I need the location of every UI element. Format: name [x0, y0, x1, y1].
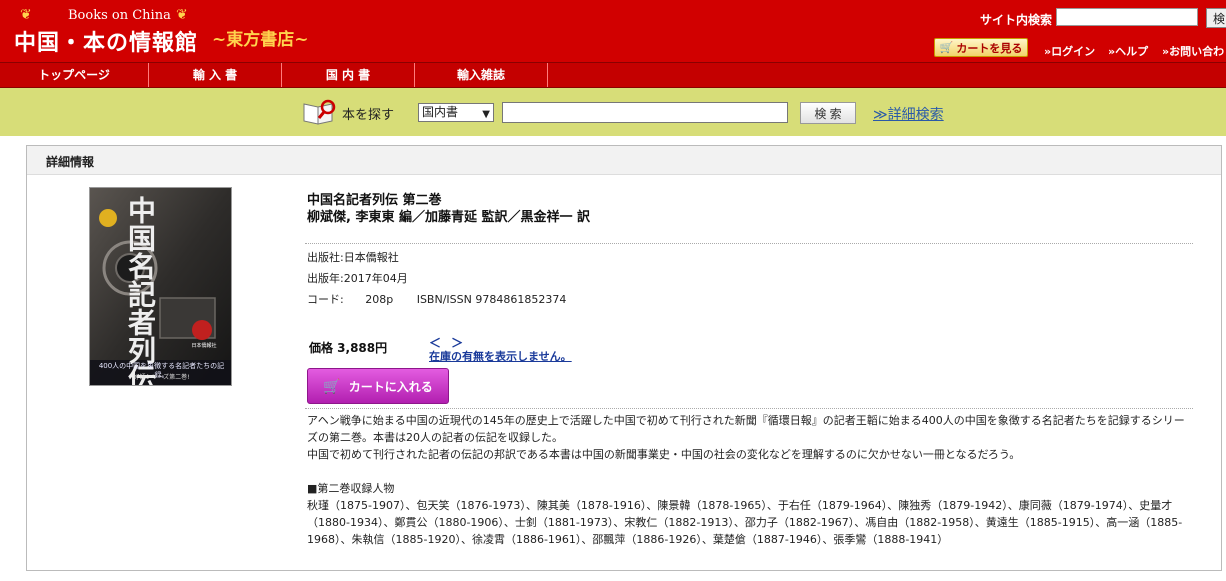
add-to-cart-label: カートに入れる	[348, 379, 433, 394]
contents-list: 秋瑾（1875-1907）、包天笑（1876-1973）、陳其美（1878-19…	[307, 499, 1183, 546]
book-title-block: 中国名記者列伝 第二巻 柳斌傑, 李東東 編／加藤青延 監訳／黒金祥一 訳	[307, 192, 590, 226]
book-authors: 柳斌傑, 李東東 編／加藤青延 監訳／黒金祥一 訳	[307, 210, 591, 225]
description-paragraph: 中国で初めて刊行された記者の伝記の邦訳である本書は中国の新聞事業史・中国の社会の…	[307, 448, 1021, 461]
divider	[305, 243, 1193, 244]
login-link[interactable]: »ログイン	[1044, 43, 1095, 59]
contact-link[interactable]: »お問い合わ	[1162, 43, 1224, 59]
site-search-button[interactable]: 検	[1206, 8, 1226, 28]
contents-heading: ■第二巻収録人物	[307, 482, 395, 495]
keyword-input[interactable]	[502, 102, 788, 123]
code-label: コード:	[307, 293, 344, 306]
search-button[interactable]: 検 索	[800, 102, 856, 124]
page-count: 208p	[365, 293, 394, 306]
code-info: コード: 208p ISBN/ISSN 9784861852374	[307, 291, 566, 307]
site-search-label: サイト内検索	[980, 13, 1053, 27]
site-search-input[interactable]	[1056, 8, 1198, 26]
nav-top-page[interactable]: トップページ	[0, 63, 149, 87]
nav-domestic-books[interactable]: 国 内 書	[282, 63, 415, 87]
publication-date: 出版年:2017年04月	[307, 272, 408, 285]
site-header: ❦ Books on China ❦ 中国・本の情報館 ~東方書店~ サイト内検…	[0, 0, 1226, 62]
divider	[305, 408, 1193, 409]
view-cart-label: カートを見る	[956, 41, 1023, 55]
cart-icon: 🛒	[323, 377, 341, 394]
nav-imported-magazines[interactable]: 輸入雑誌	[415, 63, 548, 87]
book-description: アヘン戦争に始まる中国の近現代の145年の歴史上で活躍した中国で初めて刊行された…	[307, 412, 1187, 548]
book-search-bar: 本を探す 国内書 ▼ 検 索 ≫詳細検索	[0, 88, 1226, 136]
publisher: 出版社:日本僑報社	[307, 251, 399, 264]
cover-series: 好評シリーズ第二巻!	[133, 374, 190, 381]
logo-english: Books on China	[68, 8, 171, 23]
dragon-ornament-left-icon: ❦	[20, 7, 32, 23]
category-selected-value: 国内書	[422, 105, 459, 119]
logo-subtitle: ~東方書店~	[212, 30, 309, 50]
cover-art	[90, 188, 231, 385]
book-search-label: 本を探す	[342, 108, 395, 123]
book-cover-image: 中国名記者列伝 400人の中国を象徴する名記者たちの記録。 好評シリーズ第二巻!…	[89, 187, 232, 386]
panel-header: 詳細情報	[27, 146, 1221, 175]
description-paragraph: アヘン戦争に始まる中国の近現代の145年の歴史上で活躍した中国で初めて刊行された…	[307, 414, 1185, 444]
panel-title: 詳細情報	[46, 155, 95, 169]
site-logo[interactable]: 中国・本の情報館	[14, 25, 198, 57]
view-cart-button[interactable]: 🛒 カートを見る	[934, 38, 1028, 57]
stock-message: 在庫の有無を表示しません。	[429, 350, 572, 363]
isbn: ISBN/ISSN 9784861852374	[416, 293, 567, 306]
dragon-ornament-right-icon: ❦	[176, 7, 188, 23]
add-to-cart-button[interactable]: 🛒 カートに入れる	[307, 368, 449, 404]
chevron-down-icon: ▼	[482, 109, 490, 120]
category-select[interactable]: 国内書 ▼	[418, 103, 494, 122]
advanced-search-link[interactable]: ≫詳細検索	[873, 104, 944, 124]
cover-publisher: 日本僑報社	[191, 343, 217, 349]
book-search-icon	[303, 99, 336, 125]
main-nav: トップページ 輸 入 書 国 内 書 輸入雑誌	[0, 62, 1226, 88]
book-title: 中国名記者列伝 第二巻	[307, 193, 442, 208]
cover-title: 中国名記者列伝	[124, 196, 157, 386]
help-link[interactable]: »ヘルプ	[1108, 43, 1148, 59]
detail-panel: 詳細情報 中国名記者列伝 400人の中国を象徴する名記者たちの記録。 好評シリー…	[26, 145, 1222, 571]
price: 価格 3,888円	[309, 341, 388, 355]
nav-imported-books[interactable]: 輸 入 書	[149, 63, 282, 87]
cart-icon: 🛒	[939, 41, 954, 54]
